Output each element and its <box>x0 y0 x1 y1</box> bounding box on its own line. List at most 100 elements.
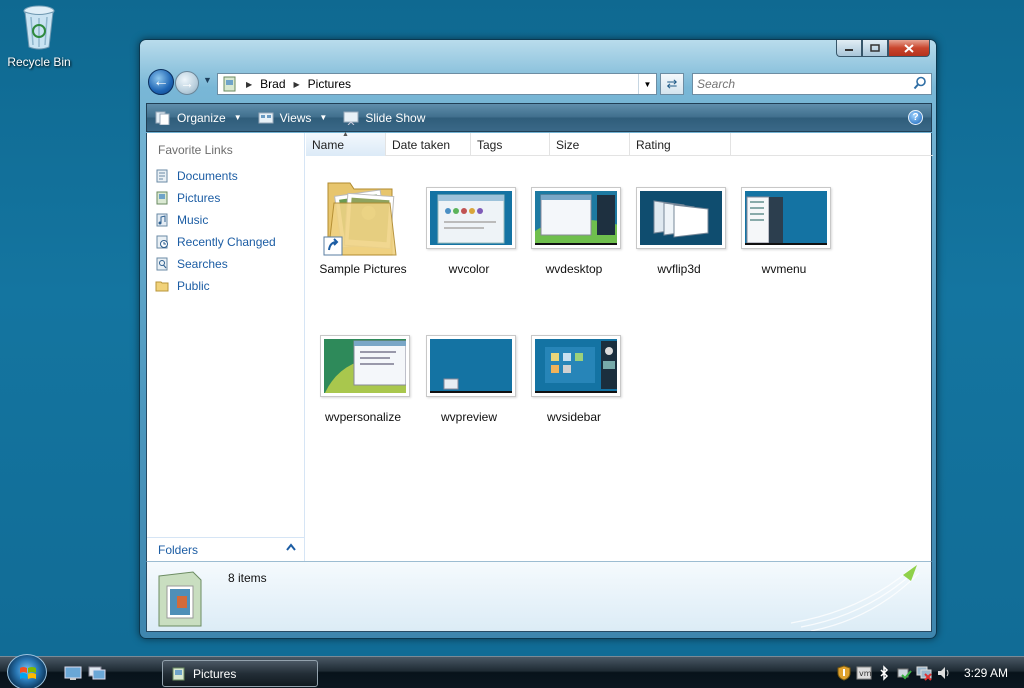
favorite-link-label: Documents <box>177 169 238 183</box>
file-item-sample-pictures[interactable]: Sample Pictures <box>310 163 416 303</box>
pictures-icon <box>155 191 169 205</box>
taskbar: Pictures vm 3:29 AM <box>0 654 1024 688</box>
column-header-tags[interactable]: Tags <box>471 133 550 156</box>
favorite-link-label: Music <box>177 213 209 227</box>
music-icon <box>155 213 169 227</box>
switch-windows-icon[interactable] <box>88 665 106 681</box>
favorite-link-pictures[interactable]: Pictures <box>153 187 276 209</box>
refresh-icon: ⇄ <box>666 76 678 91</box>
column-header-name[interactable]: ▲ Name <box>306 131 386 156</box>
address-dropdown-icon[interactable]: ▼ <box>638 74 656 94</box>
start-orb-icon <box>20 667 36 679</box>
image-thumbnail-icon <box>430 191 512 245</box>
file-item-label: wvpreview <box>440 410 497 424</box>
column-header-size[interactable]: Size <box>550 133 630 156</box>
chevron-up-icon <box>286 543 296 554</box>
network-check-icon[interactable] <box>896 665 912 681</box>
close-button[interactable] <box>888 40 930 57</box>
bluetooth-icon[interactable] <box>876 665 892 681</box>
minimize-button[interactable] <box>836 40 862 57</box>
column-header-date-taken[interactable]: Date taken <box>386 133 471 156</box>
favorite-link-public[interactable]: Public <box>153 275 276 297</box>
file-item-label: wvsidebar <box>546 410 602 424</box>
favorite-link-label: Pictures <box>177 191 221 205</box>
image-thumbnail-icon <box>430 339 512 393</box>
volume-icon[interactable] <box>936 665 952 681</box>
column-label: Name <box>312 137 345 152</box>
system-tray: vm <box>836 662 956 684</box>
searches-icon <box>155 257 169 271</box>
help-icon[interactable]: ? <box>908 110 923 125</box>
organize-button[interactable]: Organize ▼ <box>147 104 250 131</box>
favorite-links-heading: Favorite Links <box>158 143 233 157</box>
svg-text:vm: vm <box>859 669 872 678</box>
documents-icon <box>155 169 169 183</box>
views-label: Views <box>279 110 312 125</box>
file-item-wvsidebar[interactable]: wvsidebar <box>521 311 627 451</box>
image-thumbnail <box>426 187 516 249</box>
file-item-label: wvcolor <box>448 262 490 276</box>
chevron-down-icon: ▼ <box>233 113 242 122</box>
file-item-wvmenu[interactable]: wvmenu <box>731 163 837 303</box>
desktop-icon-label: Recycle Bin <box>7 55 71 69</box>
favorite-link-documents[interactable]: Documents <box>153 165 276 187</box>
refresh-button[interactable]: ⇄ <box>660 73 684 95</box>
breadcrumb-separator-icon: ▶ <box>293 79 300 89</box>
breadcrumb-separator-icon: ▶ <box>246 79 253 89</box>
image-thumbnail <box>531 187 621 249</box>
folder-shortcut-icon <box>323 182 397 256</box>
address-bar[interactable]: ▶ Brad ▶ Pictures ▼ <box>217 73 657 95</box>
command-toolbar: Organize ▼ Views ▼ Slide Show ? <box>146 103 932 132</box>
start-button[interactable] <box>7 654 47 688</box>
slideshow-icon <box>343 111 359 125</box>
file-item-wvflip3d[interactable]: wvflip3d <box>626 163 732 303</box>
file-item-wvpersonalize[interactable]: wvpersonalize <box>310 311 416 451</box>
details-pane: 8 items <box>146 561 932 632</box>
sort-ascending-icon: ▲ <box>342 131 349 138</box>
file-item-label: wvflip3d <box>657 262 701 276</box>
file-item-wvcolor[interactable]: wvcolor <box>416 163 522 303</box>
security-shield-icon[interactable] <box>836 665 852 681</box>
image-thumbnail <box>741 187 831 249</box>
image-thumbnail <box>320 335 410 397</box>
column-label: Size <box>556 137 580 152</box>
desktop: Recycle Bin ← → ▼ ▶ Brad ▶ Pictures ▼ ⇄ … <box>0 0 1024 656</box>
image-thumbnail-icon <box>640 191 722 245</box>
show-desktop-icon[interactable] <box>64 665 82 681</box>
breadcrumb-pictures[interactable]: Pictures <box>308 77 353 91</box>
item-count: 8 items <box>228 571 267 585</box>
column-label: Rating <box>636 137 671 152</box>
clock[interactable]: 3:29 AM <box>964 666 1008 680</box>
recycle-bin-icon <box>21 3 57 51</box>
views-button[interactable]: Views ▼ <box>250 104 336 131</box>
explorer-body: Favorite Links Documents Pictures Music <box>146 131 933 561</box>
breadcrumb-brad[interactable]: Brad <box>260 77 287 91</box>
favorite-link-searches[interactable]: Searches <box>153 253 276 275</box>
decorative-swoosh <box>791 565 920 631</box>
favorite-link-recently-changed[interactable]: Recently Changed <box>153 231 276 253</box>
image-thumbnail-icon <box>535 339 617 393</box>
forward-button[interactable]: → <box>175 71 199 95</box>
search-input[interactable] <box>693 74 903 94</box>
folders-toggle[interactable]: Folders <box>147 537 304 561</box>
favorite-link-music[interactable]: Music <box>153 209 276 231</box>
back-arrow-icon: ← <box>153 73 169 90</box>
taskbar-button-pictures[interactable]: Pictures <box>162 660 318 687</box>
image-thumbnail <box>636 187 726 249</box>
maximize-button[interactable] <box>862 40 888 57</box>
desktop-icon-recycle-bin[interactable]: Recycle Bin <box>4 3 74 69</box>
file-item-wvdesktop[interactable]: wvdesktop <box>521 163 627 303</box>
network-disconnected-icon[interactable] <box>916 665 932 681</box>
vm-icon[interactable]: vm <box>856 665 872 681</box>
caption-buttons <box>836 40 930 57</box>
search-box[interactable] <box>692 73 932 95</box>
slideshow-button[interactable]: Slide Show <box>335 104 433 131</box>
column-header-rating[interactable]: Rating <box>630 133 731 156</box>
explorer-window: ← → ▼ ▶ Brad ▶ Pictures ▼ ⇄ Search Organ… <box>139 39 937 639</box>
search-icon[interactable] <box>913 76 927 93</box>
file-item-wvpreview[interactable]: wvpreview <box>416 311 522 451</box>
image-thumbnail-icon <box>324 339 406 393</box>
file-item-label: Sample Pictures <box>319 262 407 276</box>
recent-pages-button[interactable]: ▼ <box>203 75 212 85</box>
back-button[interactable]: ← <box>148 69 174 95</box>
